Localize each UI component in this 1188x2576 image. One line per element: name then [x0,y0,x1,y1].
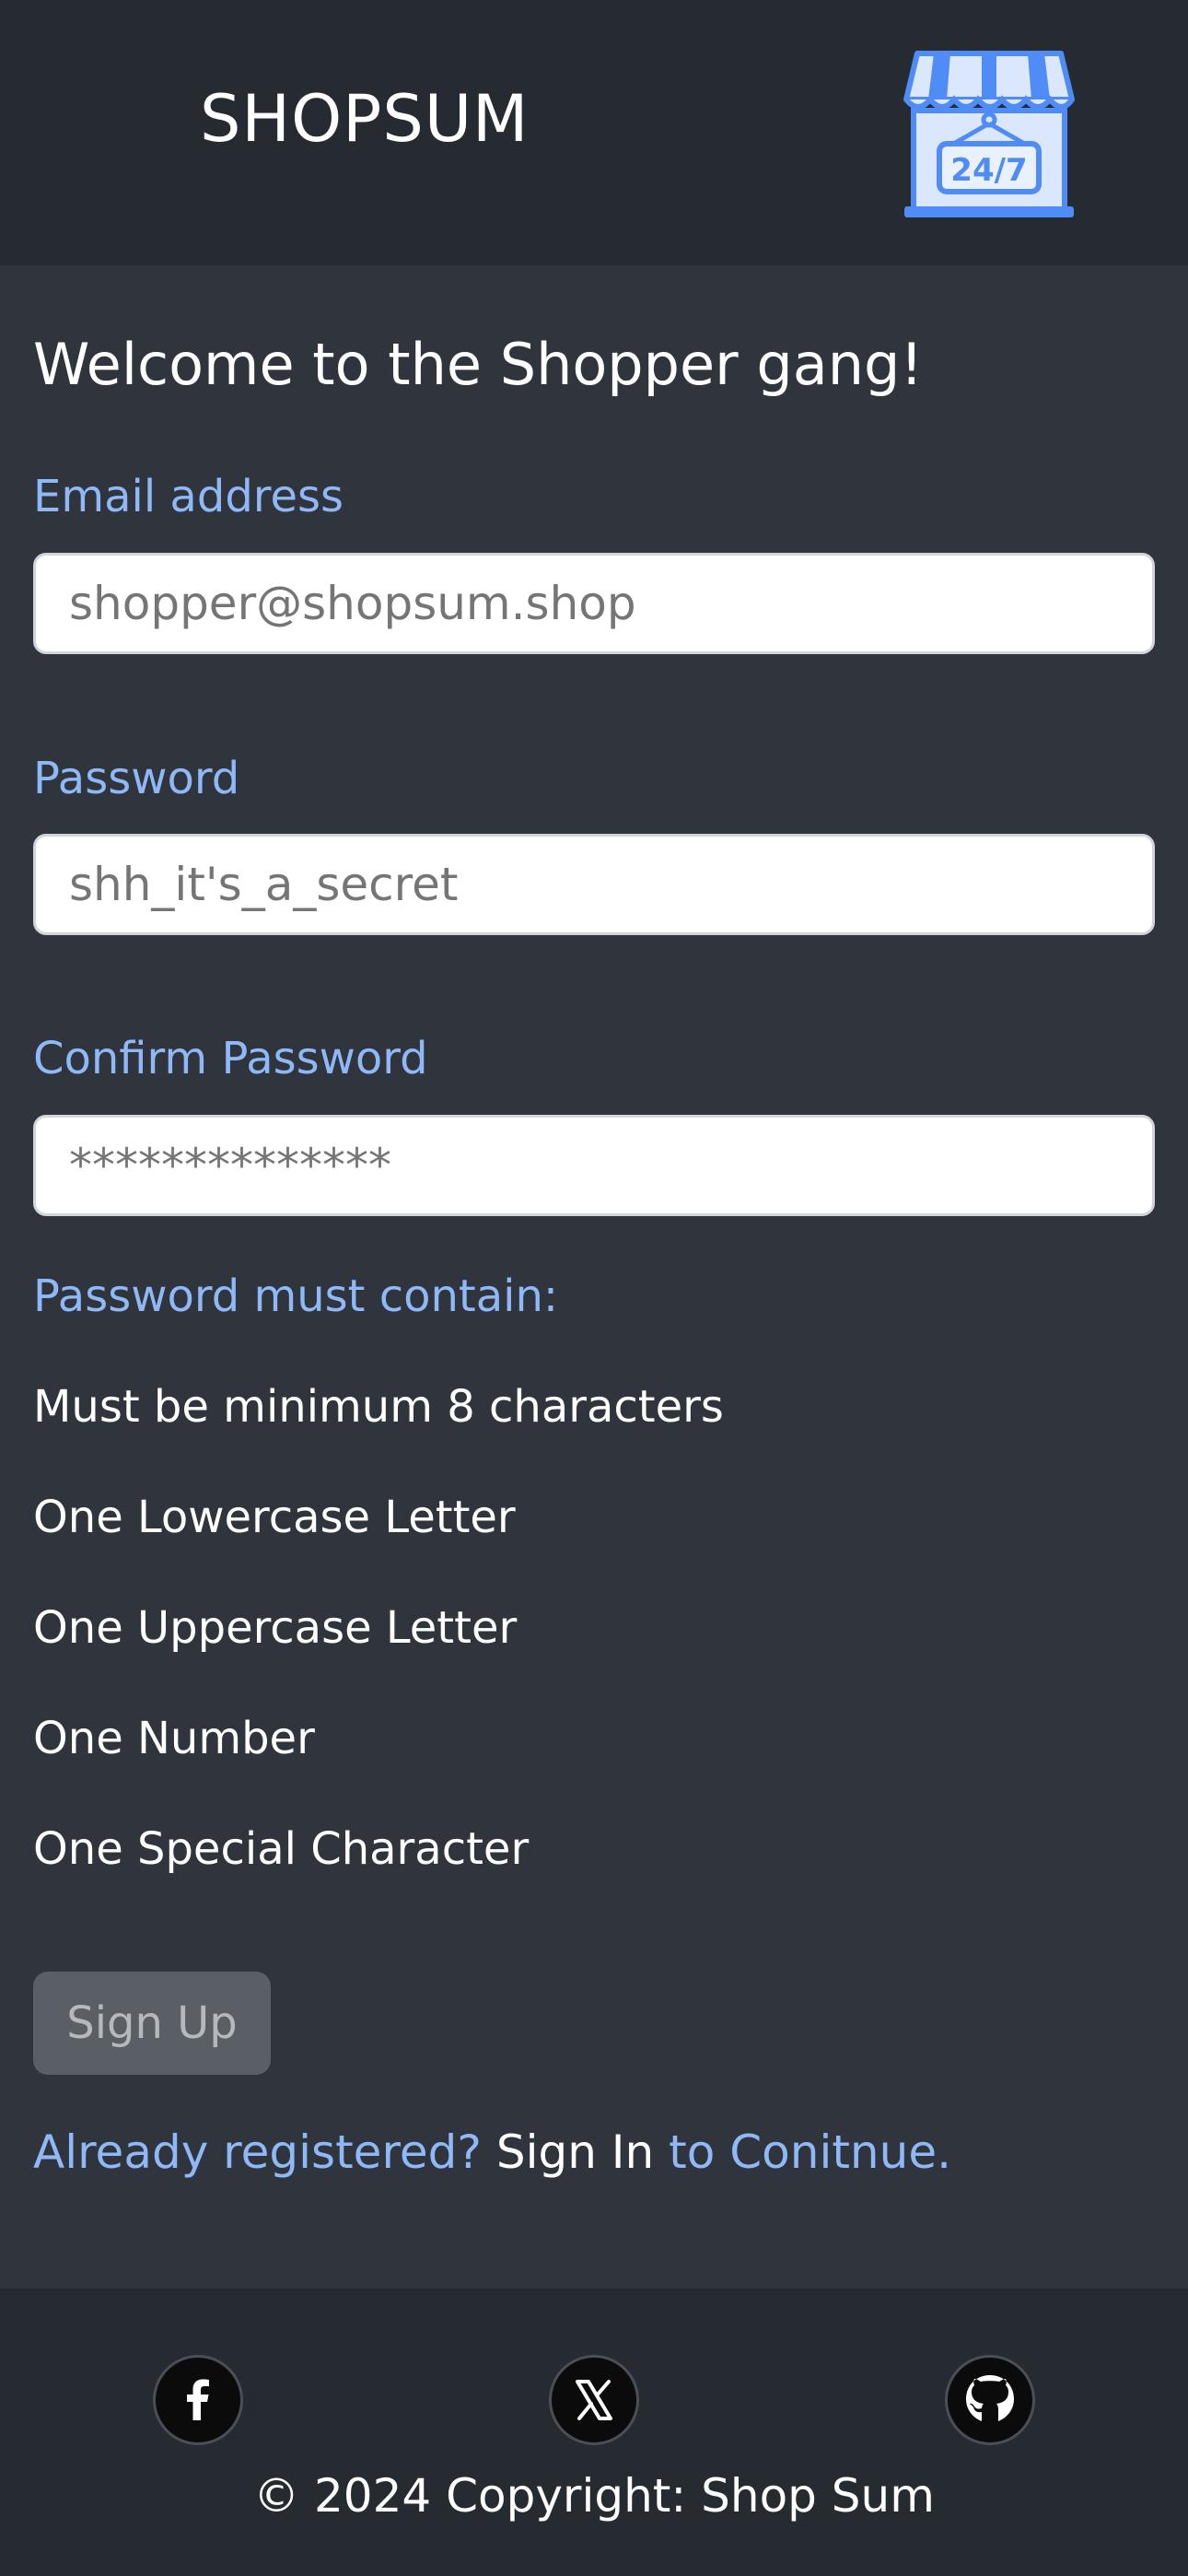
sign-up-button[interactable]: Sign Up [33,1972,271,2075]
rule-min-length: Must be minimum 8 characters [33,1381,724,1433]
github-icon[interactable] [945,2355,1035,2445]
store-sign-text: 24/7 [950,152,1027,189]
copyright-text: © 2024 Copyright: Shop Sum [253,2469,935,2523]
facebook-icon[interactable] [153,2355,243,2445]
rule-special-char: One Special Character [33,1823,530,1875]
confirm-password-label: Confirm Password [33,1033,428,1084]
page-title: Welcome to the Shopper gang! [33,331,924,398]
confirm-password-field[interactable] [33,1115,1155,1216]
password-field[interactable] [33,834,1155,935]
rule-lowercase: One Lowercase Letter [33,1492,516,1543]
email-label: Email address [33,471,344,522]
signin-suffix: to Conitnue. [669,2125,951,2179]
rule-uppercase: One Uppercase Letter [33,1602,518,1654]
email-field[interactable] [33,553,1155,654]
sign-in-link[interactable]: Sign In [496,2125,654,2179]
x-twitter-icon[interactable] [549,2355,639,2445]
password-label: Password [33,753,240,804]
signin-prompt: Already registered? Sign In to Conitnue. [33,2123,951,2182]
signin-prefix: Already registered? [33,2125,482,2179]
brand-title[interactable]: SHOPSUM [200,77,529,160]
rule-number: One Number [33,1713,315,1764]
store-24-7-icon[interactable]: 24/7 [901,44,1077,221]
password-rules-heading: Password must contain: [33,1270,559,1322]
